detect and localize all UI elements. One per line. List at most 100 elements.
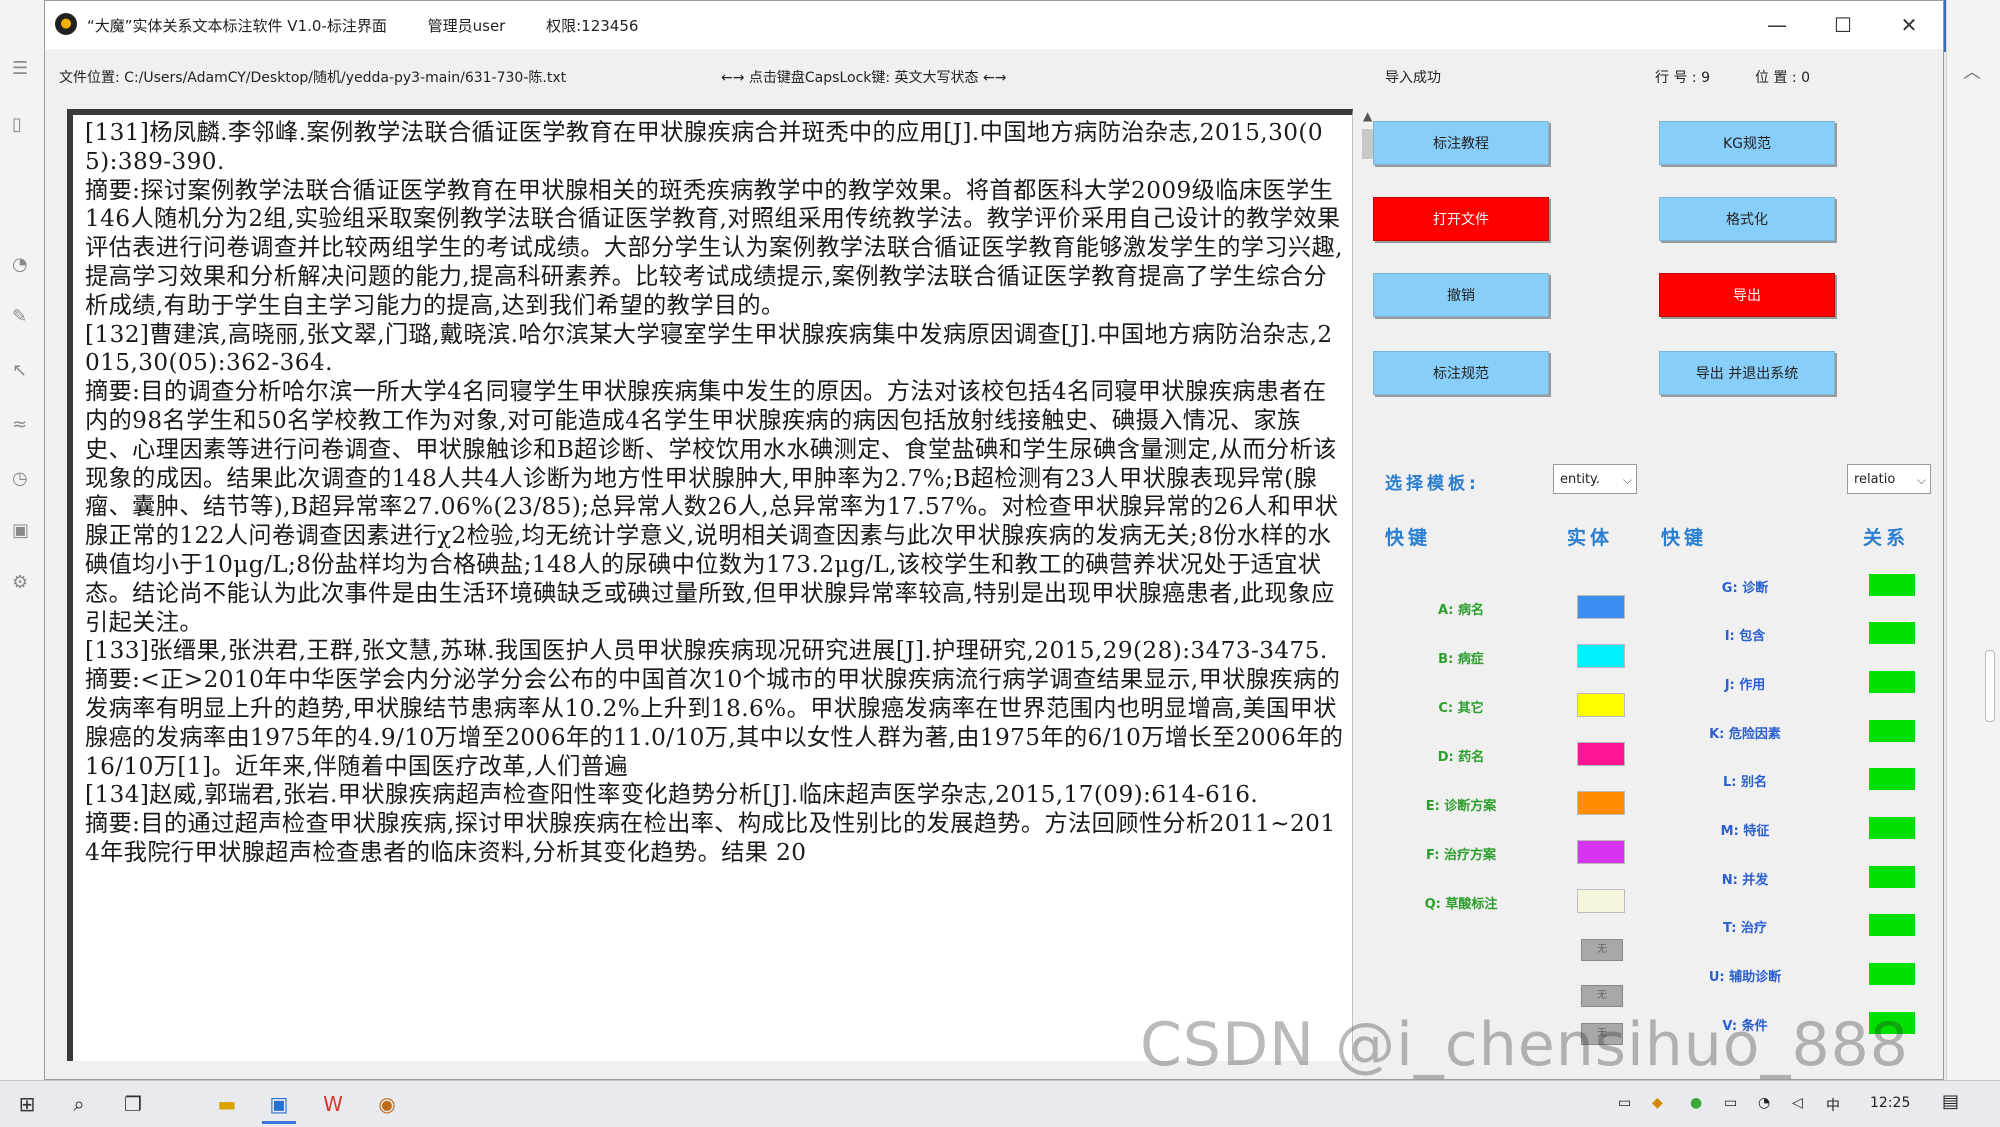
relation-key-k: K: 危险因素 <box>1709 727 1781 742</box>
background-app-left-panel: ☰ ▯ ◔ ✎ ↖ ≈ ◷ ▣ ⚙ <box>0 0 45 1080</box>
close-button[interactable]: ✕ <box>1879 7 1939 43</box>
entity-header: 实体 <box>1567 527 1614 549</box>
maximize-button[interactable]: ☐ <box>1813 7 1873 43</box>
chevron-up-icon: ︿ <box>1963 62 1981 83</box>
relation-key-m: M: 特征 <box>1720 824 1770 839</box>
entity-template-value: entity. <box>1560 472 1601 487</box>
undo-button[interactable]: 撤销 <box>1373 273 1549 317</box>
relation-swatch-i[interactable] <box>1869 622 1915 644</box>
network-icon[interactable]: ▭ <box>1618 1095 1631 1111</box>
taskbar: ⊞ ⌕ ❐ ▬ ▣ W ◉ ▭ ◆ ● ▭ ◔ ◁ 中 12:25 ▤ <box>0 1080 2000 1127</box>
shortcut-header-right: 快键 <box>1661 527 1708 549</box>
export-exit-button[interactable]: 导出 并退出系统 <box>1659 351 1835 395</box>
wps-icon[interactable]: W <box>318 1089 348 1119</box>
text-editor[interactable]: [131]杨凤麟.李邻峰.案例教学法联合循证医学教育在甲状腺疾病合并斑秃中的应用… <box>67 109 1353 1061</box>
entity-swatch-b[interactable] <box>1577 644 1625 668</box>
entity-key-f: F: 治疗方案 <box>1426 848 1496 863</box>
background-scrollbar <box>1985 650 1995 722</box>
file-position-label: 文件位置: C:/Users/AdamCY/Desktop/随机/yedda-p… <box>59 70 567 86</box>
entity-swatch-f[interactable] <box>1577 840 1625 864</box>
tray-app-icon[interactable]: ◆ <box>1652 1095 1663 1111</box>
permission-label: 权限:123456 <box>546 17 639 35</box>
relation-swatch-u[interactable] <box>1869 963 1915 985</box>
info-bar: 文件位置: C:/Users/AdamCY/Desktop/随机/yedda-p… <box>45 49 1943 101</box>
row-number-label: 行 号 : 9 <box>1655 70 1710 86</box>
relation-swatch-k[interactable] <box>1869 720 1915 742</box>
empty-slot-2[interactable]: 无 <box>1581 985 1623 1007</box>
relation-swatch-m[interactable] <box>1869 817 1915 839</box>
minimize-button[interactable]: — <box>1747 7 1807 43</box>
relation-swatch-n[interactable] <box>1869 866 1915 888</box>
menu-icon: ☰ <box>12 58 29 79</box>
relation-key-u: U: 辅助诊断 <box>1708 970 1782 985</box>
csdn-watermark: CSDN @i_chensihuo_888 <box>1140 1010 1909 1080</box>
relation-swatch-g[interactable] <box>1869 574 1915 596</box>
chevron-down-icon: ⌵ <box>1622 473 1632 487</box>
active-app-indicator <box>262 1121 296 1124</box>
clock-label[interactable]: 12:25 <box>1870 1095 1910 1111</box>
annotation-app-icon[interactable]: ▣ <box>264 1089 294 1119</box>
annotation-window: ● “大魔”实体关系文本标注软件 V1.0-标注界面 管理员user 权限:12… <box>44 0 1944 1080</box>
scroll-up-icon[interactable]: ▲ <box>1363 109 1372 123</box>
entity-key-a: A: 病名 <box>1437 603 1485 618</box>
entity-swatch-a[interactable] <box>1577 595 1625 619</box>
entity-swatch-e[interactable] <box>1577 791 1625 815</box>
tray-wifi-icon[interactable]: ◔ <box>1758 1095 1770 1111</box>
window-title: “大魔”实体关系文本标注软件 V1.0-标注界面 管理员user 权限:1234… <box>87 15 674 36</box>
settings-icon: ⚙ <box>12 572 29 593</box>
relation-key-t: T: 治疗 <box>1723 921 1767 936</box>
chevron-down-icon: ⌵ <box>1916 473 1926 487</box>
entity-swatch-q[interactable] <box>1577 889 1625 913</box>
open-file-button[interactable]: 打开文件 <box>1373 197 1549 241</box>
search-icon[interactable]: ⌕ <box>64 1089 94 1119</box>
title-bar: ● “大魔”实体关系文本标注软件 V1.0-标注界面 管理员user 权限:12… <box>45 1 1943 49</box>
entity-key-b: B: 病症 <box>1438 652 1484 667</box>
column-position-label: 位 置 : 0 <box>1755 70 1810 86</box>
image-icon: ▣ <box>12 520 30 541</box>
relation-key-g: G: 诊断 <box>1721 581 1769 596</box>
shortcut-header-left: 快键 <box>1385 527 1432 549</box>
pointer-icon: ↖ <box>12 360 28 381</box>
entity-key-d: D: 药名 <box>1437 750 1485 765</box>
entity-key-c: C: 其它 <box>1438 701 1484 716</box>
entity-key-q: Q: 草酸标注 <box>1424 897 1498 912</box>
format-button[interactable]: 格式化 <box>1659 197 1835 241</box>
editor-content[interactable]: [131]杨凤麟.李邻峰.案例教学法联合循证医学教育在甲状腺疾病合并斑秃中的应用… <box>85 119 1345 868</box>
admin-label: 管理员user <box>427 17 506 35</box>
relation-swatch-j[interactable] <box>1869 671 1915 693</box>
tool-icon: ◔ <box>12 254 28 275</box>
relation-swatch-l[interactable] <box>1869 768 1915 790</box>
export-button[interactable]: 导出 <box>1659 273 1835 317</box>
window-title-text: “大魔”实体关系文本标注软件 V1.0-标注界面 <box>87 17 387 35</box>
relation-template-value: relatio <box>1854 472 1896 487</box>
relation-template-select[interactable]: relatio ⌵ <box>1847 464 1931 494</box>
entity-swatch-d[interactable] <box>1577 742 1625 766</box>
entity-template-select[interactable]: entity. ⌵ <box>1553 464 1637 494</box>
empty-slot-1[interactable]: 无 <box>1581 939 1623 961</box>
notification-icon[interactable]: ▤ <box>1942 1091 1959 1112</box>
relation-swatch-t[interactable] <box>1869 914 1915 936</box>
relation-key-i: I: 包含 <box>1724 629 1766 644</box>
wave-icon: ≈ <box>12 414 28 435</box>
capslock-hint-label: ←→ 点击键盘CapsLock键: 英文大写状态 ←→ <box>721 70 1007 86</box>
kg-spec-button[interactable]: KG规范 <box>1659 121 1835 165</box>
clock-icon: ◷ <box>12 468 28 489</box>
import-status-label: 导入成功 <box>1385 70 1441 86</box>
file-explorer-icon[interactable]: ▬ <box>212 1089 242 1119</box>
windows-start-icon[interactable]: ⊞ <box>12 1089 42 1119</box>
annotation-spec-button[interactable]: 标注规范 <box>1373 351 1549 395</box>
task-view-icon[interactable]: ❐ <box>118 1089 148 1119</box>
input-language-label[interactable]: 中 <box>1826 1095 1840 1115</box>
tray-security-icon[interactable]: ● <box>1690 1095 1702 1111</box>
template-label: 选择模板: <box>1385 474 1480 494</box>
pen-icon: ✎ <box>12 306 28 327</box>
tray-display-icon[interactable]: ▭ <box>1724 1095 1737 1111</box>
entity-swatch-c[interactable] <box>1577 693 1625 717</box>
app-logo-icon: ● <box>55 13 77 35</box>
editor-scrollbar[interactable]: ▲ <box>1359 109 1383 1061</box>
relation-header: 关系 <box>1863 527 1910 549</box>
python-app-icon[interactable]: ◉ <box>372 1089 402 1119</box>
entity-key-e: E: 诊断方案 <box>1425 799 1497 814</box>
volume-icon[interactable]: ◁ <box>1792 1095 1803 1111</box>
tutorial-button[interactable]: 标注教程 <box>1373 121 1549 165</box>
